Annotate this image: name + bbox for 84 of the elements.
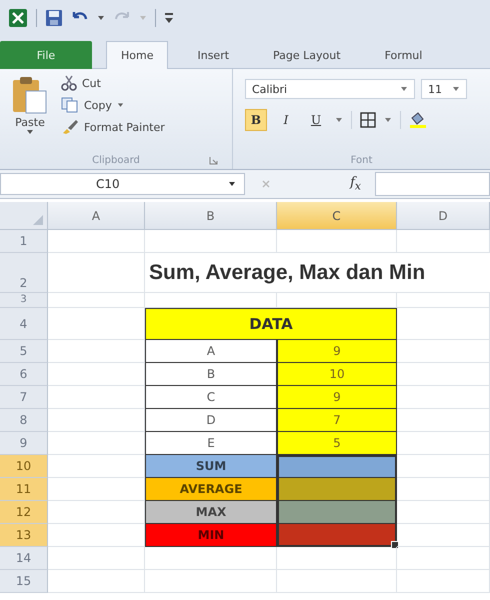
paintbrush-icon [61,119,79,135]
empty-cell[interactable] [397,293,490,308]
row-header[interactable]: 12 [0,501,48,524]
ribbon-tab[interactable]: Formul [370,41,438,69]
caret-icon [116,102,124,108]
column-header[interactable]: D [397,202,490,230]
row-header[interactable]: 5 [0,340,48,363]
sheet-title: Sum, Average, Max dan Min [145,253,490,293]
empty-cell[interactable] [145,570,277,593]
ribbon-tab[interactable]: File [0,41,92,69]
row-header[interactable]: 8 [0,409,48,432]
name-box[interactable]: C10 [0,173,245,195]
empty-cell[interactable] [277,547,397,570]
borders-icon[interactable] [360,112,376,128]
table-cell: C [145,386,277,409]
table-cell: 7 [277,409,397,432]
caret-icon [452,86,460,92]
empty-cell[interactable] [277,230,397,253]
table-cell: MAX [145,501,277,524]
row-header[interactable]: 11 [0,478,48,501]
empty-cell[interactable] [277,570,397,593]
row-header[interactable]: 13 [0,524,48,547]
table-cell: D [145,409,277,432]
row-header[interactable]: 10 [0,455,48,478]
formula-input[interactable] [375,172,490,196]
column-header[interactable]: A [48,202,145,230]
group-label: Font [350,154,372,166]
insert-function-button[interactable]: f$_{x}$ [350,175,361,193]
empty-cell[interactable] [397,230,490,253]
caret-icon[interactable] [97,15,105,21]
caret-icon [228,182,236,186]
empty-cell[interactable] [397,570,490,593]
format-button[interactable]: U [305,109,327,131]
row-header[interactable]: 9 [0,432,48,455]
copy-button[interactable]: Copy [58,95,168,115]
fill-color-icon[interactable] [409,112,427,128]
save-icon[interactable] [45,9,63,27]
spreadsheet-icon[interactable] [8,8,28,28]
format-painter-button[interactable]: Format Painter [58,117,168,137]
copy-icon [61,97,79,113]
table-cell: 5 [277,432,397,455]
table-cell: B [145,363,277,386]
row-header[interactable]: 7 [0,386,48,409]
ribbon-tab[interactable]: Page Layout [258,41,356,69]
ribbon-tab[interactable]: Home [106,41,168,69]
fill-handle[interactable] [391,541,399,549]
column-header[interactable]: B [145,202,277,230]
caret-icon [26,130,34,135]
empty-cell[interactable] [397,547,490,570]
table-cell: A [145,340,277,363]
column-header[interactable]: C [277,202,397,230]
select-all-icon[interactable] [33,215,43,225]
table-cell: SUM [145,455,277,478]
row-header[interactable]: 15 [0,570,48,593]
table-cell: MIN [145,524,277,547]
table-cell: E [145,432,277,455]
empty-cell[interactable] [145,547,277,570]
row-header[interactable]: 4 [0,308,48,340]
table-cell: AVERAGE [145,478,277,501]
caret-icon[interactable] [335,118,343,122]
cancel-icon[interactable] [261,179,271,189]
row-header[interactable]: 3 [0,293,48,308]
row-header[interactable]: 1 [0,230,48,253]
dialog-launcher-icon[interactable] [209,156,218,165]
row-header[interactable]: 2 [0,253,48,293]
paste-button[interactable]: Paste [8,73,52,151]
format-button[interactable]: B [245,109,267,131]
cut-button[interactable]: Cut [58,73,168,93]
table-cell: 9 [277,340,397,363]
format-button[interactable]: I [275,109,297,131]
row-header[interactable]: 6 [0,363,48,386]
font-name-field[interactable]: Calibri [245,79,415,99]
scissors-icon [61,75,77,91]
caret-icon [400,86,408,92]
empty-cell[interactable] [145,230,277,253]
table-cell: 9 [277,386,397,409]
table-cell: DATA [145,308,397,340]
ribbon-tab[interactable]: Insert [182,41,244,69]
customize-icon[interactable] [164,12,174,24]
group-label: Clipboard [92,154,140,166]
caret-icon[interactable] [384,118,392,122]
font-size-field[interactable]: 11 [421,79,467,99]
row-header[interactable]: 14 [0,547,48,570]
table-cell: 10 [277,363,397,386]
